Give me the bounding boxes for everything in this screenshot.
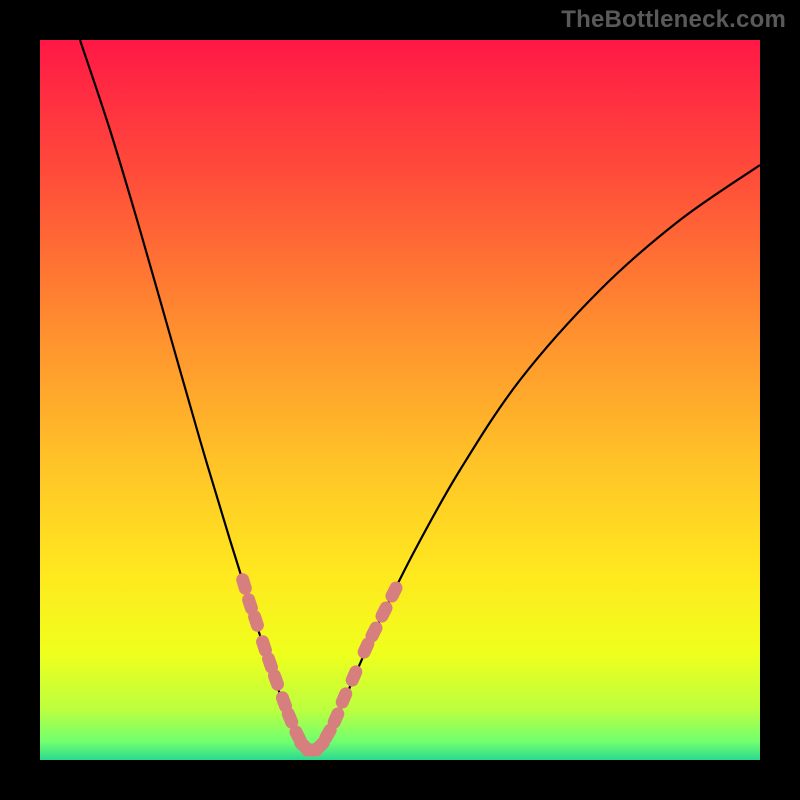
plot-area (40, 40, 760, 760)
curve-marker (235, 572, 254, 597)
outer-frame: TheBottleneck.com (0, 0, 800, 800)
curve-layer (40, 40, 760, 760)
curve-marker (344, 663, 365, 688)
bottleneck-curve (80, 40, 760, 751)
watermark-text: TheBottleneck.com (561, 6, 786, 34)
curve-marker (373, 599, 394, 624)
curve-marker (383, 579, 404, 604)
marker-layer (235, 572, 405, 759)
curve-marker (334, 685, 355, 710)
